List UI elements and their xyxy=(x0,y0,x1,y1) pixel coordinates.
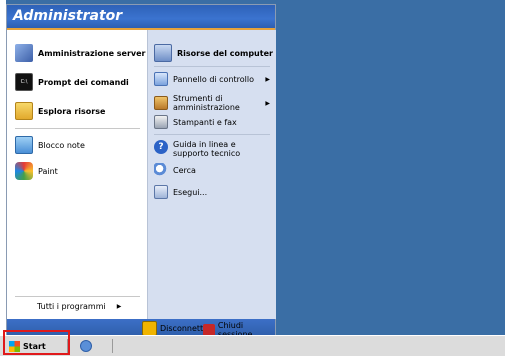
start-menu-left-column: Amministrazione server C:\ Prompt dei co… xyxy=(7,30,147,319)
server-manager-icon xyxy=(15,44,33,62)
admin-tools-icon xyxy=(154,96,168,110)
taskbar-separator xyxy=(112,339,113,353)
menu-item-paint[interactable]: Paint xyxy=(15,162,58,180)
separator xyxy=(154,66,270,67)
start-button-highlight xyxy=(3,330,70,355)
menu-item-admin-tools[interactable]: Strumenti di amministrazione ▶ xyxy=(154,94,274,112)
control-panel-icon xyxy=(154,72,168,86)
run-icon xyxy=(154,185,168,199)
search-icon xyxy=(154,163,168,177)
all-programs-button[interactable]: Tutti i programmi ▶ xyxy=(37,302,121,311)
printers-icon xyxy=(154,115,168,129)
menu-item-control-panel[interactable]: Pannello di controllo ▶ xyxy=(154,72,274,86)
help-icon: ? xyxy=(154,140,168,154)
menu-item-printers[interactable]: Stampanti e fax xyxy=(154,115,237,129)
chevron-right-icon: ▶ xyxy=(116,303,122,310)
menu-item-server-management[interactable]: Amministrazione server xyxy=(15,44,146,62)
paint-icon xyxy=(15,162,33,180)
start-menu-header: Administrator xyxy=(7,5,275,30)
separator xyxy=(154,134,270,135)
menu-item-search[interactable]: Cerca xyxy=(154,163,196,177)
menu-item-notepad[interactable]: Blocco note xyxy=(15,136,85,154)
menu-item-run[interactable]: Esegui... xyxy=(154,185,207,199)
taskbar: Start xyxy=(0,335,505,356)
command-prompt-icon: C:\ xyxy=(15,73,33,91)
separator xyxy=(15,296,140,297)
my-computer-icon xyxy=(154,44,172,62)
menu-item-explorer[interactable]: Esplora risorse xyxy=(15,102,105,120)
start-menu: Administrator Amministrazione server C:\… xyxy=(6,4,276,339)
logoff-button[interactable]: Disconnetti xyxy=(142,321,205,336)
key-icon xyxy=(142,321,157,336)
explorer-icon xyxy=(15,102,33,120)
separator xyxy=(15,128,140,129)
user-name: Administrator xyxy=(13,8,123,24)
menu-item-help[interactable]: ? Guida in linea e supporto tecnico xyxy=(154,140,272,158)
start-menu-right-column: Risorse del computer Pannello di control… xyxy=(147,30,276,319)
notepad-icon xyxy=(15,136,33,154)
chevron-right-icon: ▶ xyxy=(265,99,270,107)
chevron-right-icon: ▶ xyxy=(265,75,270,83)
menu-item-command-prompt[interactable]: C:\ Prompt dei comandi xyxy=(15,73,129,91)
quick-launch-browser-icon[interactable] xyxy=(80,340,92,352)
menu-item-my-computer[interactable]: Risorse del computer xyxy=(154,44,273,62)
